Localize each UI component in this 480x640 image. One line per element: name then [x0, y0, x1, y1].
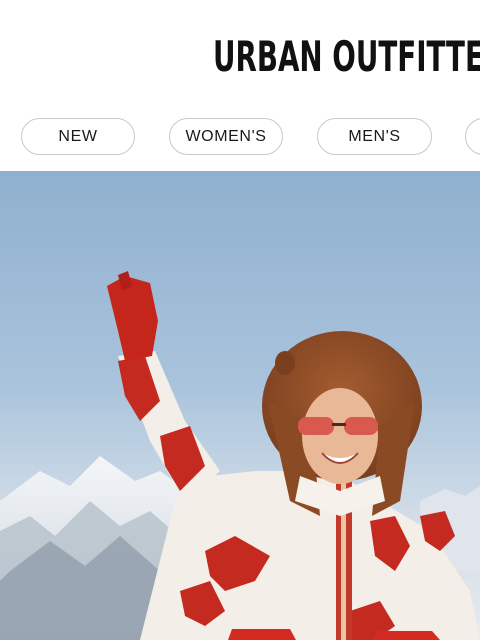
brand-logo[interactable]: URBAN OUTFITTERS [213, 28, 480, 86]
nav-pill-mens[interactable]: MEN'S [317, 118, 432, 155]
hero-image [0, 171, 480, 640]
page: URBAN OUTFITTERS NEW WOMEN'S MEN'S [0, 0, 480, 640]
hero-banner[interactable] [0, 171, 480, 640]
nav-pill-new[interactable]: NEW [21, 118, 135, 155]
category-nav: NEW WOMEN'S MEN'S [0, 118, 480, 156]
nav-pill-womens[interactable]: WOMEN'S [169, 118, 283, 155]
site-header: URBAN OUTFITTERS [0, 0, 480, 100]
nav-pill-next[interactable] [465, 118, 480, 155]
